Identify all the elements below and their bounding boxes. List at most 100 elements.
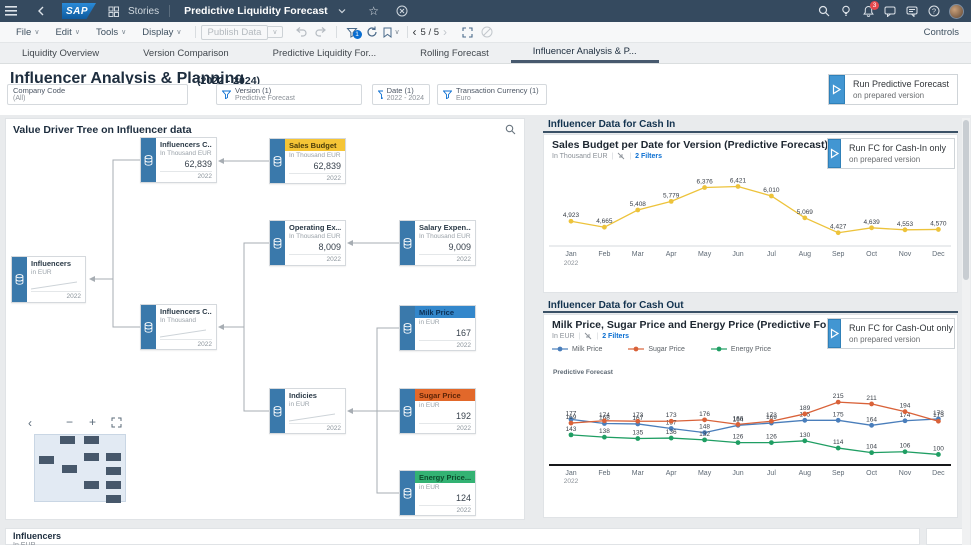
svg-text:174: 174 [599, 412, 610, 419]
datasource-icon [141, 138, 156, 182]
story-title[interactable]: Predictive Liquidity Forecast [184, 5, 328, 17]
vdt-node-operating-expenses[interactable]: Operating Ex... In Thousand EUR 8,009 20… [269, 220, 346, 266]
feedback-icon[interactable] [901, 0, 923, 22]
drill-icon[interactable] [584, 332, 592, 340]
favorite-star-icon[interactable]: ☆ [363, 0, 385, 22]
divider [169, 5, 170, 17]
publish-data-button[interactable]: Publish Data [201, 25, 269, 40]
undo-icon[interactable] [291, 24, 311, 40]
tab-predictive-liquidity-forecast[interactable]: Predictive Liquidity For... [251, 43, 399, 63]
svg-text:104: 104 [866, 444, 877, 451]
bookmark-icon[interactable]: ∨ [382, 24, 402, 40]
cash-in-chart-subtitle: In Thousand EUR | | 2 Filters [552, 152, 662, 160]
fit-to-screen-icon[interactable] [111, 417, 122, 428]
run-fc-cash-out-button[interactable]: Run FC for Cash-Out onlyon prepared vers… [827, 318, 955, 349]
filter-badge: 1 [353, 30, 362, 39]
tab-influencer-analysis[interactable]: Influencer Analysis & P... [511, 43, 659, 63]
filters-link[interactable]: 2 Filters [602, 333, 629, 340]
stories-label[interactable]: Stories [128, 6, 159, 17]
run-fc-cash-in-button[interactable]: Run FC for Cash-In onlyon prepared versi… [827, 138, 955, 169]
filters-link[interactable]: 2 Filters [635, 153, 662, 160]
legend-item-energy-price[interactable]: Energy Price [711, 345, 771, 353]
filter-company-code[interactable]: Company Code (All) [7, 84, 188, 105]
chart-legend: Milk Price Sugar Price Energy Price [552, 345, 771, 353]
assistant-bulb-icon[interactable] [835, 0, 857, 22]
cash-in-chart[interactable]: JanFebMarAprMayJunJulAugSepOctNovDec2022… [549, 166, 955, 269]
cash-out-chart[interactable]: JanFebMarAprMayJunJulAugSepOctNovDec2022… [549, 361, 955, 489]
svg-text:164: 164 [866, 416, 877, 423]
search-icon[interactable] [505, 124, 516, 135]
notifications-bell-icon[interactable]: 3 [857, 0, 879, 22]
vertical-scrollbar[interactable] [962, 118, 970, 545]
sparkline [31, 279, 77, 290]
menu-display[interactable]: Display∨ [134, 27, 189, 38]
svg-text:Apr: Apr [666, 470, 678, 477]
svg-text:175: 175 [833, 411, 844, 418]
present-mode-icon[interactable] [477, 24, 497, 40]
menu-tools[interactable]: Tools∨ [88, 27, 134, 38]
legend-marker [711, 345, 727, 353]
menu-edit[interactable]: Edit∨ [47, 27, 88, 38]
svg-text:148: 148 [699, 424, 710, 431]
close-story-icon[interactable] [391, 0, 413, 22]
svg-text:136: 136 [666, 429, 677, 436]
svg-text:5,069: 5,069 [797, 209, 814, 216]
tab-version-comparison[interactable]: Version Comparison [121, 43, 251, 63]
tree-minimap[interactable] [34, 434, 126, 502]
zoom-in-icon[interactable]: + [89, 416, 96, 428]
vdt-node-milk-price[interactable]: Milk Price in EUR 167 2022 [399, 305, 476, 351]
next-page-icon[interactable]: › [443, 25, 447, 39]
filter-transaction-currency[interactable]: Transaction Currency (1)Euro [437, 84, 547, 105]
cash-out-chart-subtitle: In EUR | | 2 Filters [552, 332, 629, 340]
tab-rolling-forecast[interactable]: Rolling Forecast [398, 43, 511, 63]
svg-text:138: 138 [599, 428, 610, 435]
svg-text:Jun: Jun [732, 470, 743, 477]
user-avatar[interactable] [945, 0, 967, 22]
svg-text:114: 114 [833, 439, 844, 446]
legend-item-milk-price[interactable]: Milk Price [552, 345, 602, 353]
run-predictive-forecast-button[interactable]: Run Predictive Forecaston prepared versi… [828, 74, 958, 105]
filter-date[interactable]: Date (1)2022 - 2024 [372, 84, 430, 105]
influencers-bottom-panel[interactable]: Influencers In EUR [5, 528, 920, 545]
tab-liquidity-overview[interactable]: Liquidity Overview [0, 43, 121, 63]
vdt-node-influencers-c-bottom[interactable]: Influencers C... In Thousand 2022 [140, 304, 217, 350]
discussions-icon[interactable] [879, 0, 901, 22]
menu-icon[interactable] [0, 0, 22, 22]
controls-button[interactable]: Controls [924, 27, 959, 38]
title-chevron-down-icon[interactable] [331, 0, 353, 22]
back-icon[interactable] [30, 0, 52, 22]
svg-text:215: 215 [833, 393, 844, 400]
fullscreen-icon[interactable] [457, 24, 477, 40]
svg-text:4,923: 4,923 [563, 212, 580, 219]
menu-file[interactable]: File∨ [8, 27, 47, 38]
vdt-node-influencers-c-top[interactable]: Influencers C... In Thousand EUR 62,839 … [140, 137, 217, 183]
legend-item-sugar-price[interactable]: Sugar Price [628, 345, 685, 353]
filter-version[interactable]: Version (1)Predictive Forecast [216, 84, 362, 105]
datasource-icon [400, 471, 415, 515]
drill-icon[interactable] [617, 152, 625, 160]
filter-icon[interactable]: 1 [342, 24, 362, 40]
vdt-node-sales-budget[interactable]: Sales Budget In Thousand EUR 62,839 2022 [269, 138, 346, 184]
vdt-node-salary-expenses[interactable]: Salary Expen... In Thousand EUR 9,009 20… [399, 220, 476, 266]
cash-out-section-title: Influencer Data for Cash Out [548, 300, 684, 311]
svg-text:Dec: Dec [932, 251, 945, 258]
vdt-node-energy-price[interactable]: Energy Price... in EUR 124 2022 [399, 470, 476, 516]
search-icon[interactable] [813, 0, 835, 22]
vdt-node-sugar-price[interactable]: Sugar Price in EUR 192 2022 [399, 388, 476, 434]
vdt-node-influencers-root[interactable]: Influencers in EUR 2022 [11, 256, 86, 303]
svg-text:Dec: Dec [932, 470, 945, 477]
svg-text:126: 126 [733, 434, 744, 441]
minimap-node [84, 453, 99, 461]
refresh-icon[interactable] [362, 24, 382, 40]
zoom-out-icon[interactable]: − [66, 416, 73, 428]
prev-page-icon[interactable]: ‹ [413, 25, 417, 39]
collapse-panel-icon[interactable]: ‹ [28, 417, 32, 429]
redo-icon[interactable] [311, 24, 331, 40]
svg-text:6,421: 6,421 [730, 177, 747, 184]
publish-data-caret[interactable]: ∨ [268, 26, 282, 38]
help-icon[interactable]: ? [923, 0, 945, 22]
scrollbar-thumb[interactable] [963, 120, 969, 280]
vdt-node-indicies[interactable]: Indicies in EUR 2022 [269, 388, 346, 434]
page-header: Influencer Analysis & Planning (2022 - 2… [0, 64, 971, 115]
divider [407, 26, 408, 38]
